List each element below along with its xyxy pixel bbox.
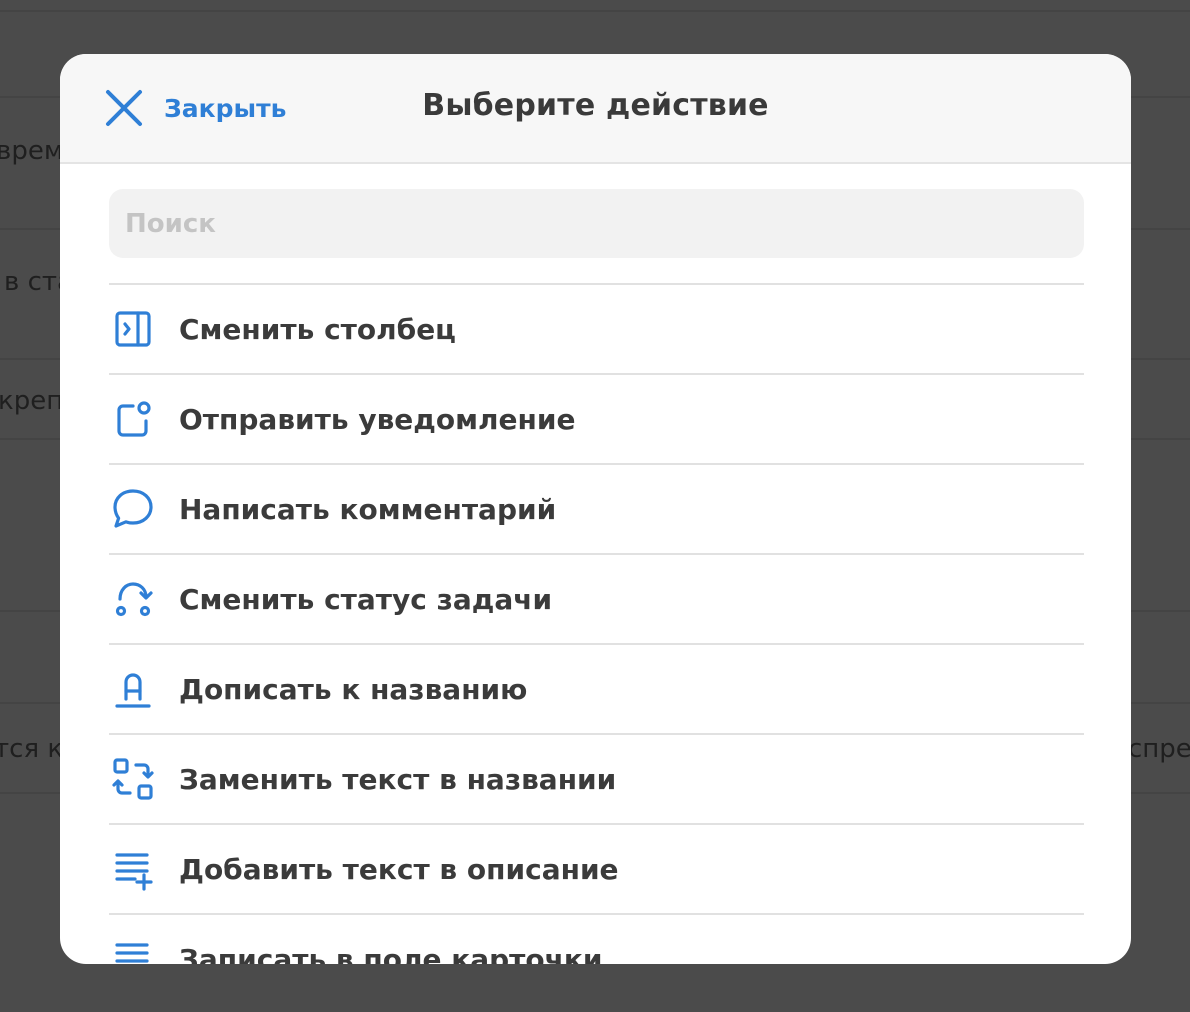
action-label: Сменить статус задачи xyxy=(179,582,553,616)
action-list: Сменить столбец Отправить уведомление На… xyxy=(109,283,1084,964)
close-button[interactable]: Закрыть xyxy=(104,88,286,128)
action-label: Сменить столбец xyxy=(179,312,456,346)
action-label: Отправить уведомление xyxy=(179,402,576,436)
action-label: Добавить текст в описание xyxy=(179,852,619,886)
action-label: Написать комментарий xyxy=(179,492,557,526)
notification-icon xyxy=(109,395,157,443)
action-label: Записать в поле карточки xyxy=(179,942,603,965)
column-arrow-icon xyxy=(109,305,157,353)
background-text: спре xyxy=(1128,734,1190,764)
action-label: Дописать к названию xyxy=(179,672,528,706)
close-icon[interactable] xyxy=(104,88,144,128)
action-change-column[interactable]: Сменить столбец xyxy=(109,283,1084,373)
background-text: тся к xyxy=(0,734,64,764)
action-send-notification[interactable]: Отправить уведомление xyxy=(109,373,1084,463)
action-change-status[interactable]: Сменить статус задачи xyxy=(109,553,1084,643)
text-underline-icon xyxy=(109,665,157,713)
action-add-description-text[interactable]: Добавить текст в описание xyxy=(109,823,1084,913)
card-field-icon xyxy=(109,935,157,964)
search-input[interactable] xyxy=(109,189,1084,258)
add-lines-icon xyxy=(109,845,157,893)
action-picker-modal: Выберите действие Закрыть Сменить столбе… xyxy=(60,54,1131,964)
action-replace-title-text[interactable]: Заменить текст в названии xyxy=(109,733,1084,823)
status-change-icon xyxy=(109,575,157,623)
replace-text-icon xyxy=(109,755,157,803)
action-label: Заменить текст в названии xyxy=(179,762,617,796)
comment-bubble-icon xyxy=(109,485,157,533)
action-write-card-field[interactable]: Записать в поле карточки xyxy=(109,913,1084,964)
action-append-title[interactable]: Дописать к названию xyxy=(109,643,1084,733)
action-write-comment[interactable]: Написать комментарий xyxy=(109,463,1084,553)
modal-header: Выберите действие Закрыть xyxy=(60,54,1131,164)
close-label[interactable]: Закрыть xyxy=(164,94,286,123)
background-divider xyxy=(0,10,1190,12)
